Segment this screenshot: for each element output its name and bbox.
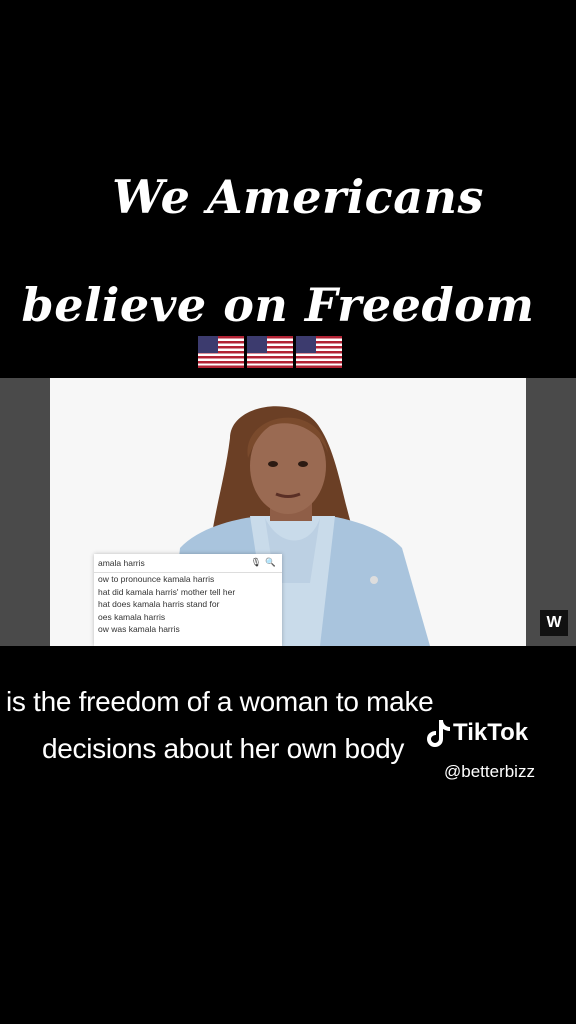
- channel-logo: W: [540, 610, 568, 636]
- video-blur-right: [526, 378, 576, 646]
- us-flag-icon: [198, 336, 244, 368]
- suggestion-item: hat does kamala harris stand for: [98, 599, 220, 609]
- suggestion-item: oes kamala harris: [98, 611, 166, 622]
- video-content: amala harris 🎙 🔍 ow to pronounce kamala …: [50, 378, 526, 646]
- caption-line-1: is the freedom of a woman to make: [6, 686, 434, 717]
- search-icon: 🔍: [265, 557, 276, 567]
- search-bar: amala harris 🎙 🔍: [94, 554, 282, 573]
- us-flag-icon: [247, 336, 293, 368]
- tiktok-logo-icon: [427, 720, 450, 747]
- search-query: amala harris: [98, 558, 145, 568]
- suggestion-item: ow to pronounce kamala harris: [98, 574, 215, 584]
- search-suggestions-card: amala harris 🎙 🔍 ow to pronounce kamala …: [94, 554, 282, 646]
- mic-icon: 🎙: [250, 557, 262, 567]
- video-blur-left: [0, 378, 50, 646]
- headline-line-2: believe on Freedom: [21, 278, 535, 332]
- video-frame[interactable]: amala harris 🎙 🔍 ow to pronounce kamala …: [0, 378, 576, 646]
- suggestion-item: hat did kamala harris' mother tell her: [98, 586, 236, 597]
- headline-line-1: We Americans: [112, 170, 484, 224]
- creator-handle[interactable]: @betterbizz: [444, 762, 535, 782]
- us-flags: [198, 336, 342, 368]
- us-flag-icon: [296, 336, 342, 368]
- suggestion-item: ow was kamala harris: [98, 624, 180, 634]
- tiktok-brand: TikTok: [453, 719, 529, 746]
- tiktok-watermark: TikTok: [425, 718, 528, 748]
